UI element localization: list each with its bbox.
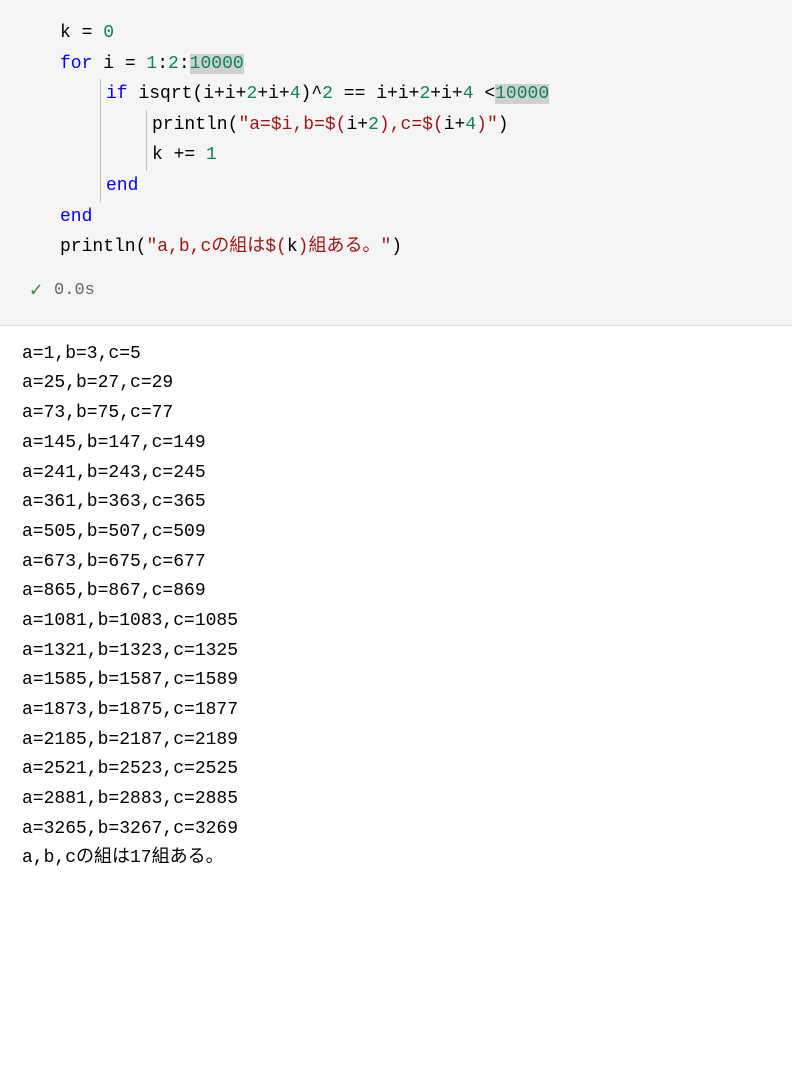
code-token: (	[228, 115, 239, 135]
code-token	[474, 84, 485, 104]
code-line: k += 1	[60, 140, 776, 171]
execution-time: 0.0s	[54, 277, 95, 306]
keyword-end: end	[106, 176, 138, 196]
code-token: i	[365, 84, 387, 104]
code-token: )	[476, 115, 487, 135]
code-token: +	[409, 84, 420, 104]
code-token: +	[455, 115, 466, 135]
code-token: i	[398, 84, 409, 104]
code-token: +	[430, 84, 441, 104]
execution-status: ✓ 0.0s	[30, 269, 776, 315]
code-token: ,b=	[292, 115, 324, 135]
code-token: $i	[271, 115, 293, 135]
code-token: 組ある。"	[308, 237, 391, 257]
code-token: $(	[325, 115, 347, 135]
code-token: 2	[246, 84, 257, 104]
notebook-cell: k = 0 for i = 1:2:10000 if isqrt(i+i+2+i…	[0, 0, 792, 890]
code-line: if isqrt(i+i+2+i+4)^2 == i+i+2+i+4 <1000…	[60, 79, 776, 110]
code-line: end	[60, 202, 776, 233]
code-token: isqrt(i	[128, 84, 214, 104]
code-token: )	[498, 115, 509, 135]
code-token	[333, 84, 344, 104]
code-token: 2	[168, 54, 179, 74]
code-token: i	[441, 84, 452, 104]
code-token: (	[136, 237, 147, 257]
highlighted-literal: 10000	[495, 84, 549, 104]
code-token: :	[157, 54, 168, 74]
code-token: 2	[419, 84, 430, 104]
code-token: ==	[344, 84, 366, 104]
code-token: $(	[265, 237, 287, 257]
code-token: ^	[311, 84, 322, 104]
code-token: )	[379, 115, 390, 135]
code-token: "	[487, 115, 498, 135]
code-token: :	[179, 54, 190, 74]
code-line: end	[60, 171, 776, 202]
code-token: )	[298, 237, 309, 257]
code-token: 4	[290, 84, 301, 104]
code-input[interactable]: k = 0 for i = 1:2:10000 if isqrt(i+i+2+i…	[0, 0, 792, 326]
code-token: i	[444, 115, 455, 135]
code-token: )	[301, 84, 312, 104]
code-token: println	[152, 115, 228, 135]
code-line: for i = 1:2:10000	[60, 49, 776, 80]
code-token: 4	[463, 84, 474, 104]
code-token: i	[346, 115, 357, 135]
code-token: =	[82, 23, 104, 43]
code-token: +	[214, 84, 225, 104]
code-token: +	[357, 115, 368, 135]
code-token: k	[287, 237, 298, 257]
keyword-for: for	[60, 54, 92, 74]
keyword-end: end	[60, 207, 92, 227]
code-token: i	[92, 54, 124, 74]
code-token: k	[152, 145, 174, 165]
code-line: println("a=$i,b=$(i+2),c=$(i+4)")	[60, 110, 776, 141]
code-token: println	[60, 237, 136, 257]
code-token: "a,b,cの組は	[146, 237, 265, 257]
code-token: +	[452, 84, 463, 104]
code-token: 1	[206, 145, 217, 165]
code-token: +	[236, 84, 247, 104]
code-token: =	[125, 54, 147, 74]
code-token: "a=	[238, 115, 270, 135]
code-token: )	[391, 237, 402, 257]
code-token: +=	[174, 145, 196, 165]
code-token: 2	[322, 84, 333, 104]
code-token: 1	[146, 54, 157, 74]
code-token: k	[60, 23, 82, 43]
code-token: 2	[368, 115, 379, 135]
code-token: 0	[103, 23, 114, 43]
keyword-if: if	[106, 84, 128, 104]
code-line: k = 0	[60, 18, 776, 49]
code-token: 4	[465, 115, 476, 135]
code-token	[195, 145, 206, 165]
cell-output: a=1,b=3,c=5 a=25,b=27,c=29 a=73,b=75,c=7…	[0, 326, 792, 890]
code-token: +	[279, 84, 290, 104]
code-token: <	[484, 84, 495, 104]
code-token: +	[387, 84, 398, 104]
code-token: $(	[422, 115, 444, 135]
code-token: i	[268, 84, 279, 104]
code-line: println("a,b,cの組は$(k)組ある。")	[60, 232, 776, 263]
code-token: i	[225, 84, 236, 104]
code-token: +	[257, 84, 268, 104]
highlighted-literal: 10000	[190, 54, 244, 74]
code-token: ,c=	[390, 115, 422, 135]
check-icon: ✓	[30, 275, 42, 309]
